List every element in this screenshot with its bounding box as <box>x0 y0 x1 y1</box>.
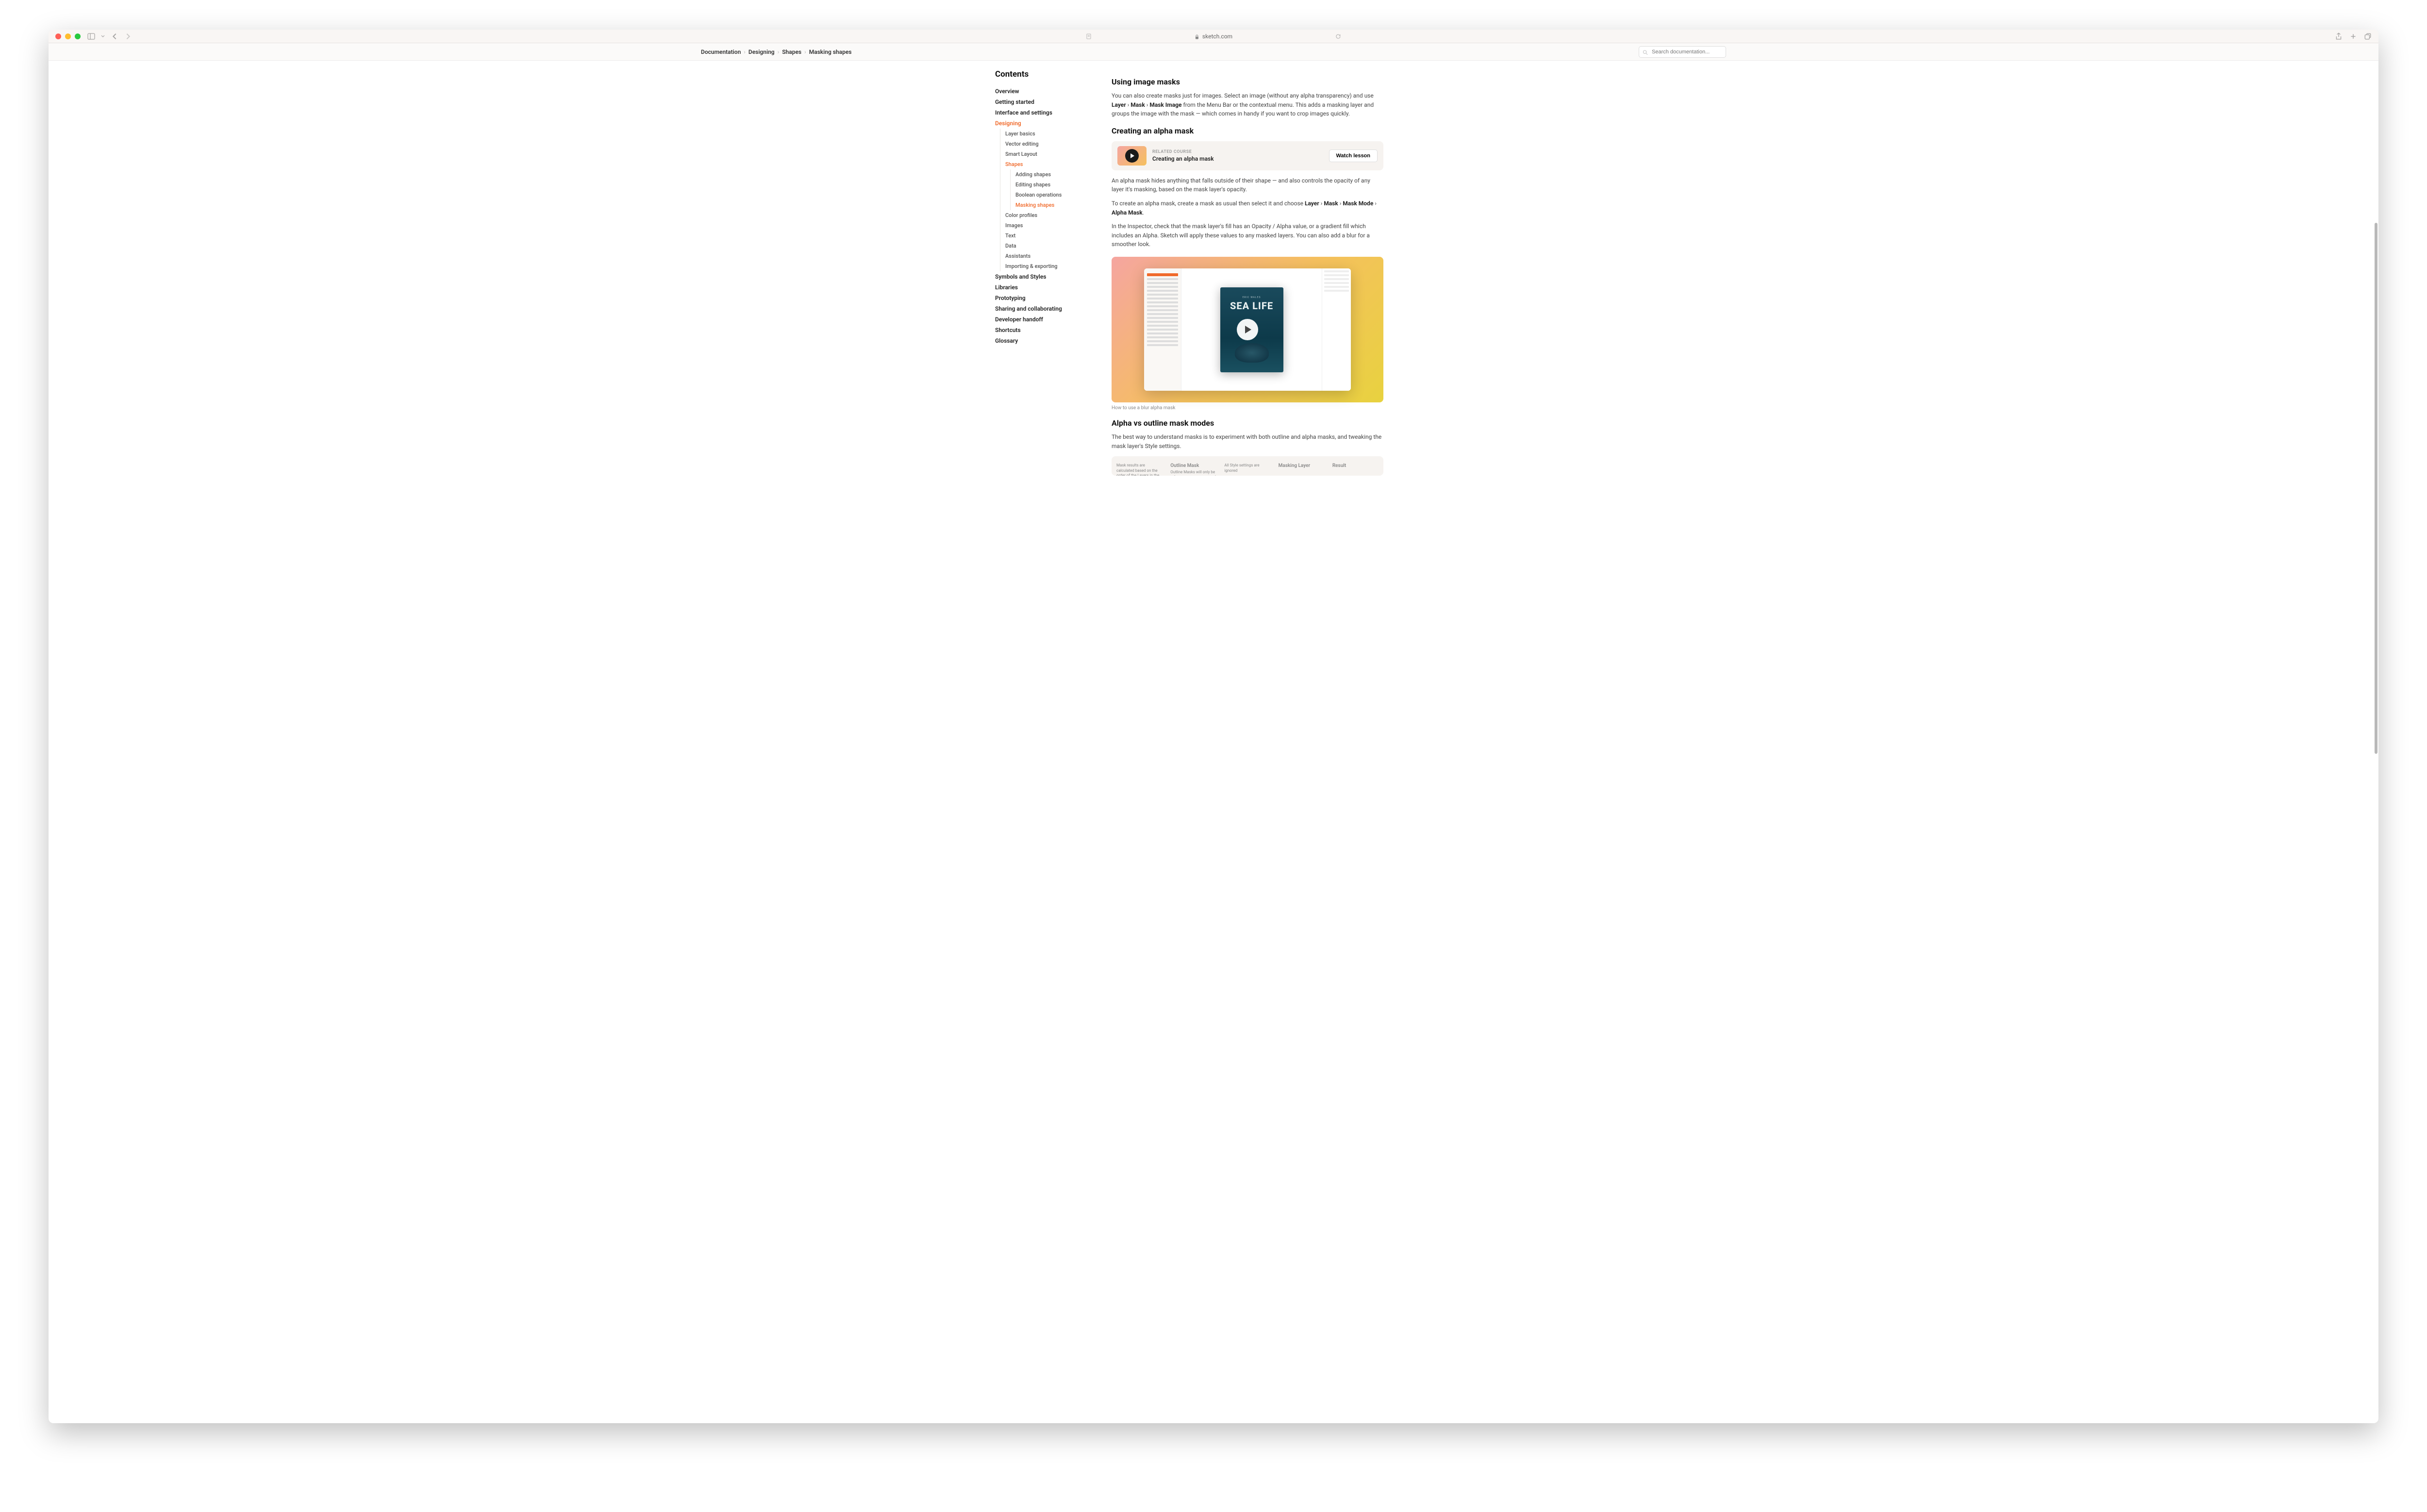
zoom-icon[interactable] <box>75 33 81 39</box>
nav-sub-item[interactable]: Text <box>1005 231 1082 241</box>
nav-item[interactable]: Prototyping <box>995 293 1082 303</box>
nav-sub-item[interactable]: Color profiles <box>1005 210 1082 220</box>
nav-sub-item[interactable]: Images <box>1005 220 1082 231</box>
course-title: Creating an alpha mask <box>1152 155 1214 162</box>
new-tab-icon[interactable] <box>2349 33 2357 40</box>
nav-sub-item[interactable]: Data <box>1005 241 1082 251</box>
breadcrumb: Documentation› Designing› Shapes› Maskin… <box>701 49 851 55</box>
forward-icon[interactable] <box>124 33 132 40</box>
course-thumbnail[interactable] <box>1117 146 1147 166</box>
heading-alpha-mask: Creating an alpha mask <box>1112 126 1383 135</box>
doc-header: Documentation› Designing› Shapes› Maskin… <box>49 43 2378 61</box>
nav-item[interactable]: Libraries <box>995 282 1082 293</box>
tabs-icon[interactable] <box>2364 33 2372 40</box>
watch-lesson-button[interactable]: Watch lesson <box>1329 150 1378 162</box>
related-course-card: RELATED COURSE Creating an alpha mask Wa… <box>1112 141 1383 170</box>
share-icon[interactable] <box>2335 33 2343 40</box>
nav-item[interactable]: Overview <box>995 86 1082 97</box>
paragraph: An alpha mask hides anything that falls … <box>1112 176 1383 194</box>
heading-alpha-vs-outline: Alpha vs outline mask modes <box>1112 418 1383 428</box>
nav-sub-item[interactable]: Importing & exporting <box>1005 261 1082 271</box>
paragraph: In the Inspector, check that the mask la… <box>1112 222 1383 249</box>
nav-item[interactable]: Getting started <box>995 97 1082 107</box>
nav-sub-item[interactable]: Adding shapes <box>1015 169 1082 180</box>
main-content: Using image masks You can also create ma… <box>1112 69 1383 1414</box>
paragraph: You can also create masks just for image… <box>1112 91 1383 118</box>
search-input[interactable] <box>1639 46 1726 58</box>
breadcrumb-item[interactable]: Shapes <box>782 49 801 55</box>
paragraph: The best way to understand masks is to e… <box>1112 432 1383 450</box>
nav-item-masking[interactable]: Masking shapes <box>1015 200 1082 210</box>
nav-item-designing[interactable]: Designing <box>995 118 1082 129</box>
play-icon <box>1237 319 1258 340</box>
figure-caption: How to use a blur alpha mask <box>1112 405 1383 411</box>
reader-icon[interactable] <box>1086 33 1092 40</box>
window-titlebar: sketch.com <box>49 30 2378 43</box>
sidebar: Contents Overview Getting started Interf… <box>995 69 1082 1414</box>
nav-sub-item[interactable]: Smart Layout <box>1005 149 1082 159</box>
nav-sub-item[interactable]: Layer basics <box>1005 129 1082 139</box>
chevron-down-icon[interactable] <box>101 33 105 40</box>
sidebar-title: Contents <box>995 69 1082 79</box>
search-field[interactable] <box>1639 46 1726 58</box>
play-icon <box>1125 149 1139 163</box>
minimize-icon[interactable] <box>65 33 71 39</box>
back-icon[interactable] <box>111 33 118 40</box>
refresh-icon[interactable] <box>1335 33 1341 40</box>
nav-item[interactable]: Sharing and collaborating <box>995 303 1082 314</box>
nav-item[interactable]: Glossary <box>995 335 1082 346</box>
breadcrumb-item: Masking shapes <box>809 49 852 55</box>
nav-sub-item[interactable]: Editing shapes <box>1015 180 1082 190</box>
nav-item[interactable]: Developer handoff <box>995 314 1082 325</box>
address-bar-url[interactable]: sketch.com <box>1202 33 1232 40</box>
nav-sub-item[interactable]: Vector editing <box>1005 139 1082 149</box>
video-thumbnail[interactable]: ERIC WALES SEA LIFE <box>1112 257 1383 402</box>
mask-infographic: Mask results are calculated based on the… <box>1112 456 1383 476</box>
close-icon[interactable] <box>55 33 61 39</box>
figure: ERIC WALES SEA LIFE How to use a blur <box>1112 257 1383 411</box>
nav-item[interactable]: Shortcuts <box>995 325 1082 335</box>
nav-item[interactable]: Interface and settings <box>995 107 1082 118</box>
course-label: RELATED COURSE <box>1152 150 1214 154</box>
nav-item[interactable]: Symbols and Styles <box>995 271 1082 282</box>
scrollbar-thumb[interactable] <box>2375 223 2377 754</box>
nav-sub-item[interactable]: Assistants <box>1005 251 1082 261</box>
paragraph: To create an alpha mask, create a mask a… <box>1112 199 1383 217</box>
search-icon <box>1643 49 1648 54</box>
breadcrumb-item[interactable]: Designing <box>748 49 775 55</box>
traffic-lights <box>55 33 81 39</box>
nav-sub-item[interactable]: Boolean operations <box>1015 190 1082 200</box>
heading-image-masks: Using image masks <box>1112 77 1383 86</box>
breadcrumb-item[interactable]: Documentation <box>701 49 741 55</box>
nav-item-shapes[interactable]: Shapes <box>1005 159 1082 169</box>
lock-icon <box>1195 34 1199 39</box>
sidebar-toggle-icon[interactable] <box>87 33 95 40</box>
